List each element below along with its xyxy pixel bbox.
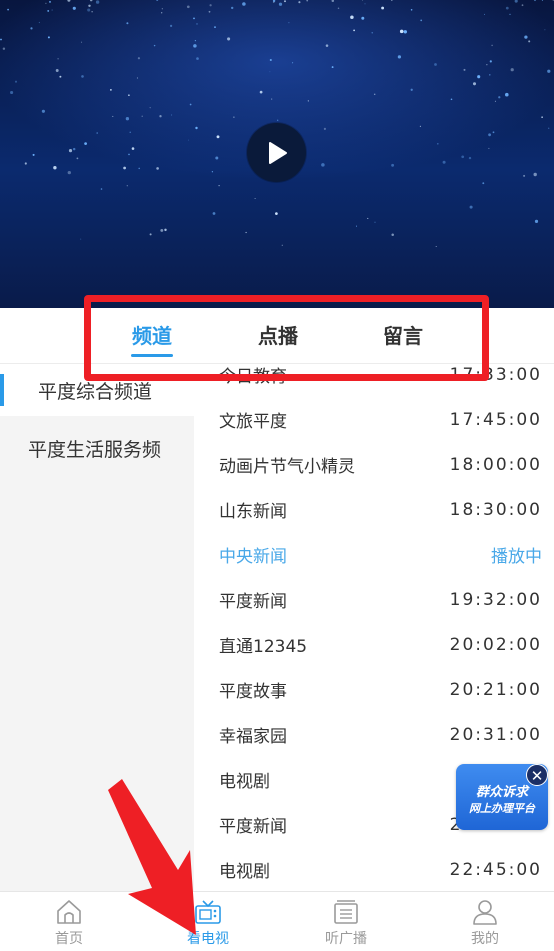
close-icon[interactable]: ✕	[526, 764, 548, 786]
video-player[interactable]	[0, 0, 554, 308]
program-row[interactable]: 山东新闻 18:30:00	[194, 487, 554, 532]
program-name: 山东新闻	[219, 502, 287, 522]
play-icon	[268, 141, 287, 164]
nav-label: 听广播	[325, 931, 367, 947]
channel-label: 平度综合频道	[38, 380, 153, 403]
channel-sidebar: 平度综合频道 平度生活服务频	[0, 364, 194, 892]
program-time: 17:33:00	[449, 364, 542, 385]
program-name: 中央新闻	[219, 547, 287, 567]
home-icon	[57, 900, 81, 924]
program-row[interactable]: 电视剧 22:45:00	[194, 847, 554, 892]
tab-channels[interactable]: 频道	[112, 320, 192, 349]
banner-line-1: 群众诉求	[475, 784, 528, 800]
radio-icon	[334, 900, 358, 924]
program-row[interactable]: 动画片节气小精灵 18:00:00	[194, 442, 554, 487]
program-time: 18:00:00	[449, 454, 542, 475]
nav-label: 看电视	[187, 931, 229, 947]
tv-icon	[195, 900, 221, 924]
program-time: 20:02:00	[449, 634, 542, 655]
nav-label: 我的	[471, 931, 499, 947]
banner-line-2: 网上办理平台	[469, 801, 535, 815]
program-time: 17:45:00	[449, 409, 542, 430]
tab-bar: 频道 点播 留言	[0, 308, 554, 364]
program-row[interactable]: 平度故事 20:21:00	[194, 667, 554, 712]
program-name: 文旅平度	[219, 412, 287, 432]
program-time: 20:31:00	[449, 724, 542, 745]
playing-status: 播放中	[491, 547, 542, 567]
program-time: 18:30:00	[449, 499, 542, 520]
program-row[interactable]: 文旅平度 17:45:00	[194, 397, 554, 442]
bottom-nav: 首页 看电视 听广播 我的	[0, 891, 554, 951]
program-row[interactable]: 今日教育 17:33:00	[194, 364, 554, 397]
channel-label: 平度生活服务频	[28, 438, 162, 461]
play-button[interactable]	[247, 123, 306, 182]
program-name: 动画片节气小精灵	[219, 457, 355, 477]
program-time: 22:45:00	[449, 859, 542, 880]
nav-watch-tv[interactable]: 看电视	[148, 892, 268, 951]
program-name: 幸福家园	[219, 727, 287, 747]
channel-item[interactable]: 平度生活服务频	[0, 422, 194, 474]
program-name: 平度新闻	[219, 817, 287, 837]
channel-item[interactable]: 平度综合频道	[0, 364, 194, 416]
active-indicator	[0, 374, 4, 406]
user-icon	[473, 900, 497, 925]
program-name: 平度新闻	[219, 592, 287, 612]
nav-label: 首页	[55, 931, 83, 947]
program-row[interactable]: 平度新闻 19:32:00	[194, 577, 554, 622]
nav-home[interactable]: 首页	[9, 892, 129, 951]
tab-vod[interactable]: 点播	[238, 320, 318, 349]
program-row-live[interactable]: 中央新闻 播放中	[194, 532, 554, 577]
program-name: 今日教育	[219, 367, 287, 387]
program-time: 20:21:00	[449, 679, 542, 700]
active-tab-indicator	[131, 354, 173, 357]
program-name: 平度故事	[219, 682, 287, 702]
nav-mine[interactable]: 我的	[425, 892, 545, 951]
nav-radio[interactable]: 听广播	[286, 892, 406, 951]
tab-messages[interactable]: 留言	[363, 320, 443, 349]
program-row[interactable]: 直通12345 20:02:00	[194, 622, 554, 667]
program-time: 19:32:00	[449, 589, 542, 610]
program-name: 电视剧	[219, 772, 270, 792]
program-name: 电视剧	[219, 862, 270, 882]
program-name: 直通12345	[219, 637, 308, 657]
program-row[interactable]: 幸福家园 20:31:00	[194, 712, 554, 757]
